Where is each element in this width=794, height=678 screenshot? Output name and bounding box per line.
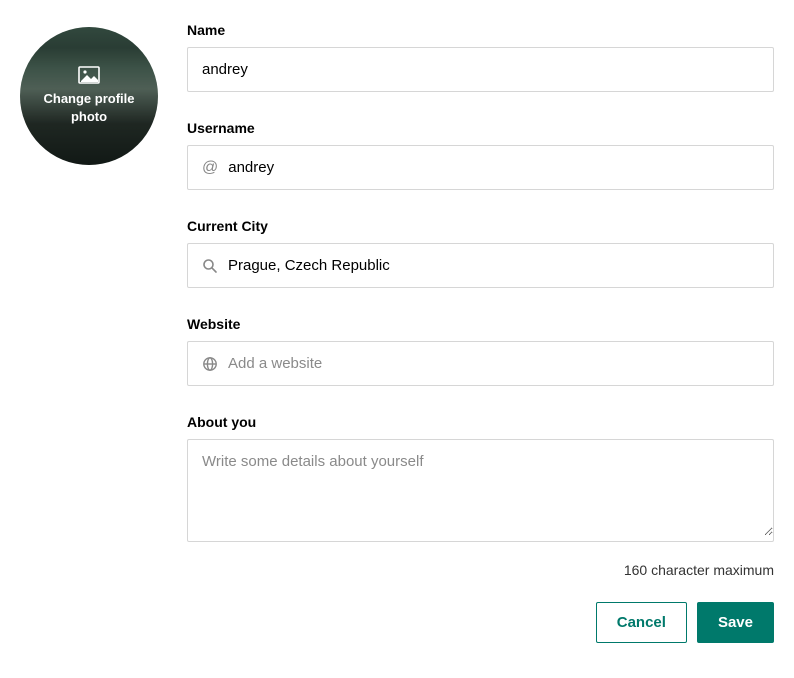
- change-profile-photo-label: Change profile photo: [20, 90, 158, 125]
- globe-icon: [188, 356, 218, 372]
- username-label: Username: [187, 120, 774, 136]
- about-label: About you: [187, 414, 774, 430]
- about-helper-text: 160 character maximum: [624, 562, 774, 578]
- image-icon: [78, 66, 100, 84]
- username-input[interactable]: [218, 146, 773, 189]
- current-city-label: Current City: [187, 218, 774, 234]
- current-city-input[interactable]: [218, 244, 773, 287]
- website-label: Website: [187, 316, 774, 332]
- name-input[interactable]: [188, 48, 773, 91]
- at-symbol-prefix: @: [188, 159, 218, 177]
- about-textarea[interactable]: [188, 440, 773, 536]
- website-input[interactable]: [218, 342, 773, 385]
- name-label: Name: [187, 22, 774, 38]
- save-button[interactable]: Save: [697, 602, 774, 643]
- change-profile-photo[interactable]: Change profile photo: [20, 27, 158, 165]
- search-icon: [188, 258, 218, 274]
- cancel-button[interactable]: Cancel: [596, 602, 687, 643]
